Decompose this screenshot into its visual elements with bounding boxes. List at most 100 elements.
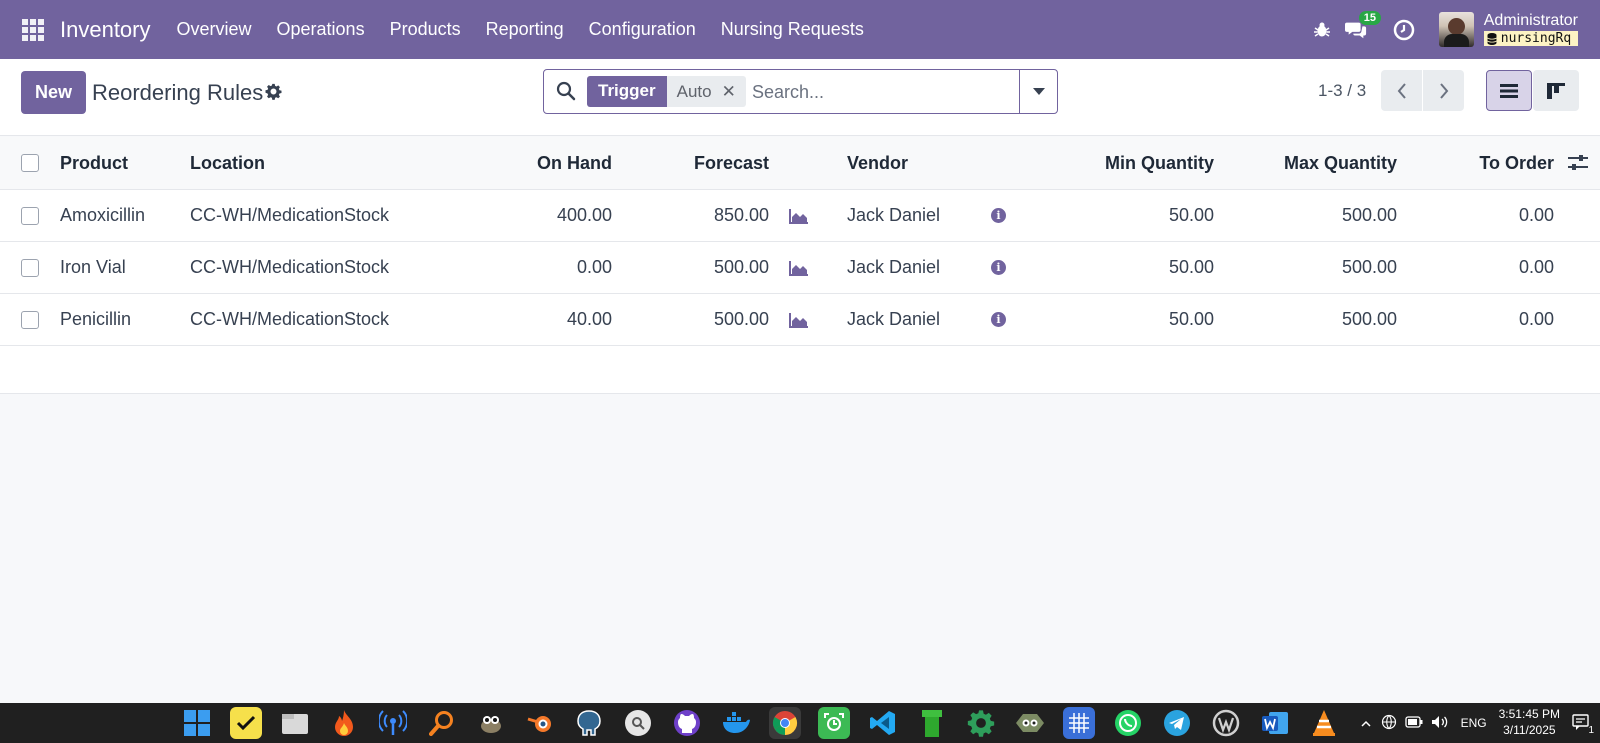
optional-columns-sliders-icon[interactable] [1568,137,1588,189]
table-row[interactable]: Penicillin CC-WH/MedicationStock 40.00 5… [0,294,1600,346]
chevron-up-icon[interactable] [1361,716,1371,730]
search-app-icon[interactable] [426,707,458,739]
menu-item-nursing-requests[interactable]: Nursing Requests [721,19,864,40]
cell-to-order[interactable]: 0.00 [1519,190,1554,241]
search-icon[interactable] [556,81,576,106]
row-checkbox[interactable] [21,206,39,225]
whatsapp-icon[interactable] [1112,707,1144,739]
telegram-icon[interactable] [1161,707,1193,739]
cell-location[interactable]: CC-WH/MedicationStock [190,242,389,293]
notifications-icon[interactable]: 1 [1572,713,1594,736]
user-avatar[interactable] [1438,12,1474,47]
chrome-icon[interactable] [769,707,801,739]
apps-menu-icon[interactable] [22,18,44,41]
cell-product[interactable]: Penicillin [60,294,131,345]
forecast-area-chart-icon[interactable] [789,190,809,241]
search-options-toggle[interactable] [1019,70,1057,113]
docker-icon[interactable] [720,707,752,739]
grid-app-icon[interactable] [1063,707,1095,739]
cell-min-quantity[interactable]: 50.00 [1169,190,1214,241]
list-view-button[interactable] [1486,70,1532,111]
column-header-on-hand[interactable]: On Hand [537,137,612,189]
cell-min-quantity[interactable]: 50.00 [1169,294,1214,345]
cell-on-hand[interactable]: 40.00 [567,294,612,345]
menu-item-operations[interactable]: Operations [277,19,365,40]
gimp-icon[interactable] [475,707,507,739]
column-header-max-quantity[interactable]: Max Quantity [1284,137,1397,189]
facet-close-icon[interactable]: ✕ [722,82,736,102]
new-button[interactable]: New [21,71,86,114]
windows-start-icon[interactable] [181,707,213,739]
forecast-area-chart-icon[interactable] [789,294,809,345]
user-menu[interactable]: Administrator nursingRq [1483,13,1578,46]
cell-on-hand[interactable]: 0.00 [577,242,612,293]
file-explorer-icon[interactable] [279,707,311,739]
forecast-area-chart-icon[interactable] [789,242,809,293]
cell-forecast[interactable]: 850.00 [714,190,769,241]
cell-vendor[interactable]: Jack Daniel [847,294,940,345]
cell-location[interactable]: CC-WH/MedicationStock [190,190,389,241]
kanban-view-button[interactable] [1533,70,1579,111]
menu-item-reporting[interactable]: Reporting [486,19,564,40]
messages-icon[interactable]: 15 [1344,10,1381,41]
cell-max-quantity[interactable]: 500.00 [1342,190,1397,241]
vlc-icon[interactable] [1308,707,1340,739]
column-header-to-order[interactable]: To Order [1479,137,1554,189]
vendor-info-icon[interactable]: i [991,294,1006,345]
postgresql-icon[interactable] [573,707,605,739]
battery-icon[interactable] [1404,715,1423,731]
cell-to-order[interactable]: 0.00 [1519,242,1554,293]
blender-icon[interactable] [524,707,556,739]
cell-forecast[interactable]: 500.00 [714,242,769,293]
column-header-location[interactable]: Location [190,137,265,189]
word-icon[interactable] [1259,707,1291,739]
app-brand[interactable]: Inventory [60,17,151,43]
cell-min-quantity[interactable]: 50.00 [1169,242,1214,293]
column-header-product[interactable]: Product [60,137,128,189]
activity-clock-icon[interactable] [1393,19,1415,41]
table-row[interactable]: Iron Vial CC-WH/MedicationStock 0.00 500… [0,242,1600,294]
fire-app-icon[interactable] [328,707,360,739]
select-all-checkbox[interactable] [21,154,39,172]
search-input[interactable] [752,78,1002,106]
column-header-vendor[interactable]: Vendor [847,137,908,189]
clock[interactable]: 3:51:45 PM 3/11/2025 [1499,707,1560,738]
volume-icon[interactable] [1431,715,1449,732]
language-indicator[interactable]: ENG [1461,716,1487,730]
debug-bug-icon[interactable] [1311,19,1333,41]
menu-item-products[interactable]: Products [390,19,461,40]
cell-to-order[interactable]: 0.00 [1519,294,1554,345]
column-header-min-quantity[interactable]: Min Quantity [1105,137,1214,189]
sticky-notes-icon[interactable] [230,707,262,739]
cell-max-quantity[interactable]: 500.00 [1342,294,1397,345]
vendor-info-icon[interactable]: i [991,242,1006,293]
menu-item-overview[interactable]: Overview [177,19,252,40]
pager-value[interactable]: 1-3 / 3 [1318,81,1366,101]
table-row[interactable]: Amoxicillin CC-WH/MedicationStock 400.00… [0,190,1600,242]
gear-icon[interactable] [265,83,282,105]
cell-max-quantity[interactable]: 500.00 [1342,242,1397,293]
vscode-icon[interactable] [867,707,899,739]
wifi-analyzer-icon[interactable] [377,707,409,739]
cell-on-hand[interactable]: 400.00 [557,190,612,241]
row-checkbox[interactable] [21,258,39,277]
cell-forecast[interactable]: 500.00 [714,294,769,345]
cell-vendor[interactable]: Jack Daniel [847,190,940,241]
pager-next-button[interactable] [1423,70,1464,111]
cell-vendor[interactable]: Jack Daniel [847,242,940,293]
cell-location[interactable]: CC-WH/MedicationStock [190,294,389,345]
menu-item-configuration[interactable]: Configuration [589,19,696,40]
gear-app-icon[interactable] [965,707,997,739]
cell-product[interactable]: Iron Vial [60,242,126,293]
search-tool-icon[interactable] [622,707,654,739]
wordpress-icon[interactable] [1210,707,1242,739]
row-checkbox[interactable] [21,310,39,329]
green-pipe-icon[interactable] [916,707,948,739]
github-desktop-icon[interactable] [671,707,703,739]
screen-capture-icon[interactable] [818,707,850,739]
column-header-forecast[interactable]: Forecast [694,137,769,189]
network-globe-icon[interactable] [1381,714,1397,733]
pager-previous-button[interactable] [1381,70,1422,111]
eye-app-icon[interactable] [1014,707,1046,739]
vendor-info-icon[interactable]: i [991,190,1006,241]
